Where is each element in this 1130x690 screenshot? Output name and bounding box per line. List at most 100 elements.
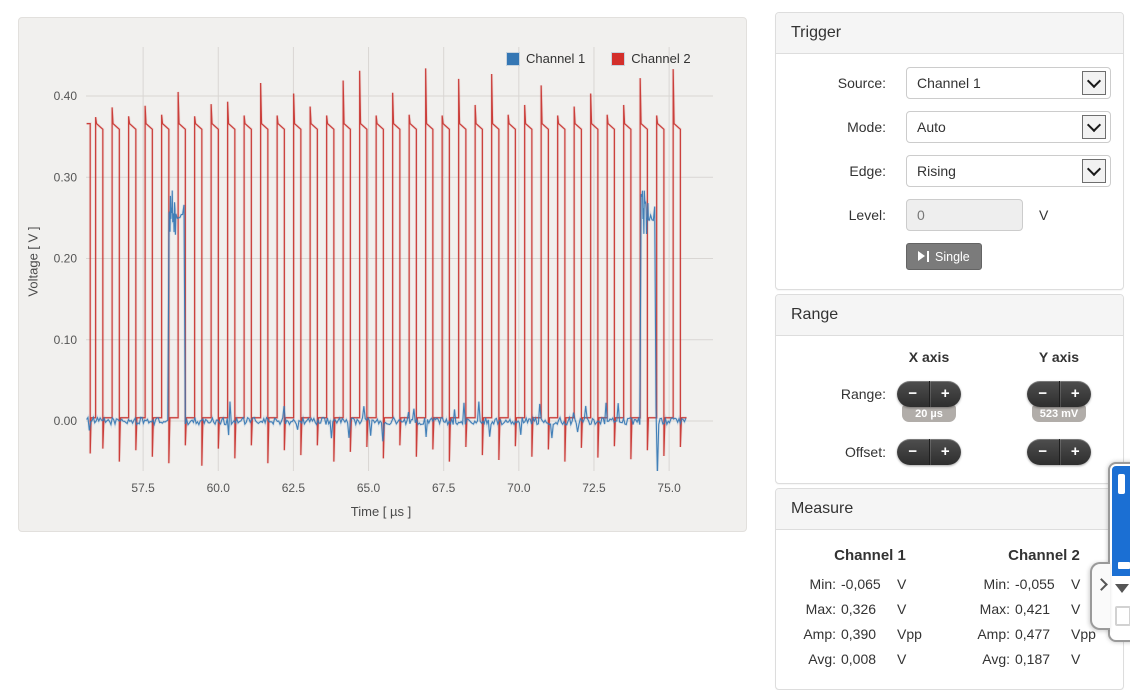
y-tick-label: 0.20 xyxy=(54,252,78,266)
legend-swatch-icon xyxy=(506,51,520,66)
x-tick-label: 65.0 xyxy=(357,481,381,495)
measurement-value: 0,421 xyxy=(1015,601,1051,617)
trigger-level-unit: V xyxy=(1039,207,1049,223)
chevron-down-icon xyxy=(1086,117,1102,133)
x-tick-label: 72.5 xyxy=(582,481,606,495)
trigger-level-input[interactable]: 0 xyxy=(906,199,1023,231)
waveform-glow xyxy=(86,190,688,471)
x-axis-title: Time [ µs ] xyxy=(350,504,412,519)
trigger-edge-label: Edge: xyxy=(849,163,886,179)
flyout-glyph-icon xyxy=(1118,562,1130,569)
y-offset-decrease-button[interactable]: − xyxy=(1027,439,1059,465)
x-tick-label: 75.0 xyxy=(657,481,681,495)
measurement-key: Avg: xyxy=(808,651,836,667)
oscilloscope-plot-panel: 0.00 0.10 0.20 0.30 0.40 57.5 60.0 62.5 65.0 67.5… xyxy=(18,17,747,532)
measurement-value: 0,008 xyxy=(841,651,877,667)
trigger-level-label: Level: xyxy=(848,207,886,223)
x-tick-label: 62.5 xyxy=(282,481,306,495)
trigger-mode-select[interactable]: Auto xyxy=(906,111,1111,143)
measurement-row: Max: 0,326 V xyxy=(790,597,950,622)
measurement-unit: Vpp xyxy=(897,626,922,642)
trigger-edge-select[interactable]: Rising xyxy=(906,155,1111,187)
measurement-unit: V xyxy=(1071,576,1081,592)
single-capture-button[interactable]: Single xyxy=(906,243,982,270)
y-range-value-badge: 523 mV xyxy=(1032,405,1086,422)
measure-channel-header: Channel 1 xyxy=(834,547,906,564)
y-range-decrease-button[interactable]: − xyxy=(1027,381,1059,407)
trigger-mode-label: Mode: xyxy=(847,119,886,135)
x-offset-increase-button[interactable]: + xyxy=(928,439,962,465)
caret-down-icon[interactable] xyxy=(1115,584,1129,593)
measurement-value: 0,326 xyxy=(841,601,877,617)
single-shot-icon xyxy=(918,251,929,262)
measurement-row: Min: -0,065 V xyxy=(790,572,950,597)
measurement-value: 0,390 xyxy=(841,626,877,642)
trigger-source-value: Channel 1 xyxy=(917,75,981,91)
dropdown-arrow-button[interactable] xyxy=(1082,115,1106,139)
trigger-mode-value: Auto xyxy=(917,119,946,135)
x-tick-label: 70.0 xyxy=(507,481,531,495)
measurement-value: 0,477 xyxy=(1015,626,1051,642)
x-range-value-badge: 20 µs xyxy=(902,405,956,422)
legend-label: Channel 1 xyxy=(526,51,586,66)
legend-label: Channel 2 xyxy=(631,51,691,66)
flyout-glyph-icon xyxy=(1118,474,1125,494)
flyout-blue-button[interactable] xyxy=(1112,466,1130,576)
measurement-key: Avg: xyxy=(982,651,1010,667)
trigger-panel-title: Trigger xyxy=(776,13,1123,54)
y-tick-label: 0.00 xyxy=(54,414,78,428)
y-tick-label: 0.40 xyxy=(54,89,78,103)
measurement-row: Avg: 0,187 V xyxy=(964,647,1124,672)
measure-panel-title: Measure xyxy=(776,489,1123,530)
chevron-down-icon xyxy=(1086,73,1102,89)
x-offset-decrease-button[interactable]: − xyxy=(897,439,929,465)
measurement-row: Avg: 0,008 V xyxy=(790,647,950,672)
x-range-stepper-group: − +20 µs xyxy=(869,381,989,422)
flyout-widget-card[interactable] xyxy=(1108,462,1130,642)
y-range-stepper: − + xyxy=(1027,381,1091,407)
trigger-source-select[interactable]: Channel 1 xyxy=(906,67,1111,99)
x-tick-label: 57.5 xyxy=(131,481,155,495)
legend-item-channel-2: Channel 2 xyxy=(611,51,691,66)
range-panel-title: Range xyxy=(776,295,1123,336)
dropdown-arrow-button[interactable] xyxy=(1082,71,1106,95)
x-axis-column-header: X axis xyxy=(908,349,950,365)
measurement-value: -0,065 xyxy=(841,576,881,592)
trigger-source-label: Source: xyxy=(837,75,886,91)
y-range-increase-button[interactable]: + xyxy=(1058,381,1092,407)
measure-panel: Measure Channel 1 Min: -0,065 V Max: 0,326 V Am… xyxy=(775,488,1124,690)
dropdown-arrow-button[interactable] xyxy=(1082,159,1106,183)
chevron-right-icon xyxy=(1095,578,1108,591)
measurement-key: Min: xyxy=(983,576,1010,592)
y-tick-label: 0.10 xyxy=(54,333,78,347)
document-icon[interactable] xyxy=(1115,606,1130,626)
y-tick-label: 0.30 xyxy=(54,170,78,184)
x-offset-stepper-group: − + xyxy=(869,439,989,465)
y-axis-title: Voltage [ V ] xyxy=(25,226,41,297)
flyout-collapse-tab[interactable] xyxy=(1090,562,1110,630)
y-offset-stepper: − + xyxy=(1027,439,1091,465)
measurement-unit: V xyxy=(897,576,907,592)
x-range-decrease-button[interactable]: − xyxy=(897,381,929,407)
measurement-unit: V xyxy=(897,651,907,667)
waveform-plot-area[interactable]: 0.00 0.10 0.20 0.30 0.40 57.5 60.0 62.5 65.0 67.5… xyxy=(19,18,746,531)
trigger-level-value: 0 xyxy=(917,207,925,223)
y-offset-stepper-group: − + xyxy=(999,439,1119,465)
measurement-row: Amp: 0,390 Vpp xyxy=(790,622,950,647)
x-range-increase-button[interactable]: + xyxy=(928,381,962,407)
y-offset-increase-button[interactable]: + xyxy=(1058,439,1092,465)
y-axis-column-header: Y axis xyxy=(1038,349,1080,365)
measurement-key: Min: xyxy=(809,576,836,592)
measurement-key: Amp: xyxy=(977,626,1010,642)
measurement-value: 0,187 xyxy=(1015,651,1051,667)
measurement-unit: V xyxy=(1071,651,1081,667)
x-range-stepper: − + xyxy=(897,381,961,407)
x-tick-label: 60.0 xyxy=(207,481,231,495)
chevron-down-icon xyxy=(1086,161,1102,177)
measurement-key: Max: xyxy=(979,601,1010,617)
plot-legend: Channel 1 Channel 2 xyxy=(506,51,691,66)
trigger-edge-value: Rising xyxy=(917,163,956,179)
x-offset-stepper: − + xyxy=(897,439,961,465)
single-button-label: Single xyxy=(935,249,970,264)
measurement-value: -0,055 xyxy=(1015,576,1055,592)
